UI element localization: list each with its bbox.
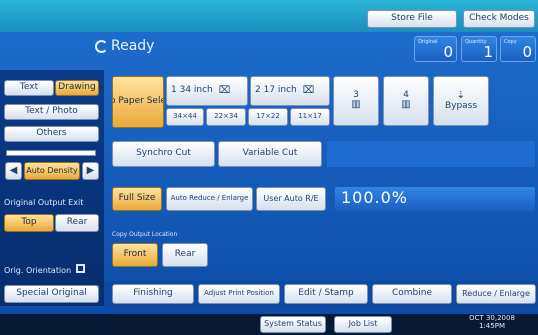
tray-4-button[interactable]: 4 ▥	[383, 76, 429, 126]
density-up-button[interactable]: ▶	[82, 162, 99, 180]
copy-output-rear-button[interactable]: Rear	[162, 243, 208, 267]
bypass-label: Bypass	[444, 100, 478, 111]
output-top-button[interactable]: Top	[4, 214, 54, 232]
top-bar	[0, 0, 538, 32]
bypass-button[interactable]: ⇣ Bypass	[433, 76, 489, 126]
ratio-value: 100.0%	[341, 188, 409, 207]
output-rear-button[interactable]: Rear	[55, 214, 99, 232]
left-triangle-icon: ◀	[9, 164, 18, 176]
cut-info-area	[327, 141, 535, 167]
tab-reduce-enlarge[interactable]: Reduce / Enlarge	[456, 284, 536, 304]
datetime: OCT 30,2008 1:45PM	[452, 314, 532, 330]
variable-cut-button[interactable]: Variable Cut	[218, 141, 322, 167]
original-counter-label: Original	[418, 39, 438, 45]
copy-counter: Copy 0	[500, 36, 536, 62]
drawing-button[interactable]: Drawing	[55, 80, 99, 96]
roll-paper-icon: ⌧	[302, 84, 315, 96]
tray-1-button[interactable]: 1 34 inch ⌧	[166, 76, 248, 106]
tab-finishing[interactable]: Finishing	[112, 284, 194, 304]
text-photo-button[interactable]: Text / Photo	[4, 104, 99, 120]
copy-output-front-button[interactable]: Front	[112, 243, 158, 267]
store-file-button[interactable]: Store File	[367, 10, 457, 28]
synchro-cut-button[interactable]: Synchro Cut	[112, 141, 215, 167]
ready-icon	[95, 40, 108, 53]
sheet-tray-icon: ▥	[351, 99, 361, 111]
tray-1-label: 1 34 inch	[171, 85, 213, 96]
full-size-button[interactable]: Full Size	[112, 187, 162, 211]
others-button[interactable]: Others	[4, 126, 99, 142]
ratio-display: 100.0%	[335, 187, 535, 211]
copy-counter-label: Copy	[504, 39, 517, 45]
tab-edit-stamp[interactable]: Edit / Stamp	[284, 284, 368, 304]
check-modes-button[interactable]: Check Modes	[463, 10, 535, 28]
sheet-tray-icon: ▥	[401, 99, 411, 111]
auto-reduce-enlarge-button[interactable]: Auto Reduce / Enlarge	[166, 187, 253, 211]
size-11x17-button[interactable]: 11×17	[290, 108, 330, 126]
quantity-counter-value: 1	[483, 43, 493, 61]
size-22x34-button[interactable]: 22×34	[206, 108, 246, 126]
original-counter-value: 0	[443, 43, 453, 61]
tab-adjust-print-position[interactable]: Adjust Print Position	[198, 284, 280, 304]
special-original-button[interactable]: Special Original	[4, 285, 99, 303]
auto-paper-select-button[interactable]: Auto Paper Select▶	[112, 76, 164, 128]
size-34x44-button[interactable]: 34×44	[166, 108, 204, 126]
size-17x22-button[interactable]: 17×22	[248, 108, 288, 126]
tab-combine[interactable]: Combine	[372, 284, 452, 304]
tray-3-button[interactable]: 3 ▥	[333, 76, 379, 126]
tray-2-button[interactable]: 2 17 inch ⌧	[250, 76, 330, 106]
density-scale	[6, 150, 96, 156]
orientation-icon	[76, 264, 85, 273]
original-counter: Original 0	[414, 36, 457, 62]
tray-2-label: 2 17 inch	[255, 85, 297, 96]
time-label: 1:45PM	[479, 321, 505, 330]
copier-screen: Store File Check Modes Ready Original 0 …	[0, 0, 538, 335]
user-auto-re-button[interactable]: User Auto R/E	[256, 187, 326, 211]
original-output-exit-label: Original Output Exit	[4, 198, 84, 207]
system-status-button[interactable]: System Status	[260, 316, 326, 333]
status-title: Ready	[111, 38, 155, 54]
right-triangle-icon: ▶	[86, 164, 95, 176]
copy-counter-value: 0	[522, 43, 532, 61]
original-orientation-label: Orig. Orientation	[4, 266, 72, 275]
job-list-button[interactable]: Job List	[334, 316, 392, 333]
text-button[interactable]: Text	[4, 80, 54, 96]
quantity-counter: Quantity 1	[461, 36, 497, 62]
roll-paper-icon: ⌧	[218, 84, 231, 96]
auto-density-button[interactable]: Auto Density	[24, 162, 80, 180]
bypass-icon: ⇣	[456, 90, 466, 102]
density-down-button[interactable]: ◀	[5, 162, 22, 180]
copy-output-location-label: Copy Output Location	[112, 231, 178, 238]
